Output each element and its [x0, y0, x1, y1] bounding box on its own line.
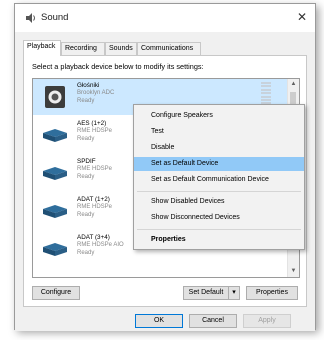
device-driver: RME HDSPe: [77, 128, 113, 134]
menu-separator: [137, 191, 301, 192]
menu-item-properties[interactable]: Properties: [134, 233, 304, 247]
audio-device-icon: [43, 129, 67, 142]
set-default-button[interactable]: Set Default: [183, 286, 229, 300]
tab-playback[interactable]: Playback: [23, 40, 61, 56]
device-status: Ready: [77, 174, 95, 180]
device-status: Ready: [77, 98, 95, 104]
menu-item-configure-speakers[interactable]: Configure Speakers: [134, 109, 304, 123]
menu-separator: [137, 229, 301, 230]
menu-item-show-disconnected-devices[interactable]: Show Disconnected Devices: [134, 211, 304, 225]
device-driver: RME HDSPe: [77, 166, 113, 172]
set-default-dropdown-icon[interactable]: ▾: [228, 286, 240, 300]
cancel-button[interactable]: Cancel: [189, 314, 237, 328]
configure-button[interactable]: Configure: [32, 286, 80, 300]
tab-communications[interactable]: Communications: [137, 42, 201, 55]
speaker-device-icon: [45, 86, 65, 108]
properties-button[interactable]: Properties: [246, 286, 298, 300]
menu-item-show-disabled-devices[interactable]: Show Disabled Devices: [134, 195, 304, 209]
device-name: Głośniki: [77, 82, 100, 89]
tab-sounds[interactable]: Sounds: [105, 42, 137, 55]
menu-item-disable[interactable]: Disable: [134, 141, 304, 155]
menu-item-test[interactable]: Test: [134, 125, 304, 139]
menu-item-set-default-communication-device[interactable]: Set as Default Communication Device: [134, 173, 304, 187]
device-status: Ready: [77, 136, 95, 142]
device-status: Ready: [77, 250, 95, 256]
audio-device-icon: [43, 243, 67, 256]
title-bar: Sound ✕: [15, 4, 315, 32]
ok-button[interactable]: OK: [135, 314, 183, 328]
apply-button[interactable]: Apply: [243, 314, 291, 328]
audio-device-icon: [43, 167, 67, 180]
instruction-text: Select a playback device below to modify…: [32, 62, 204, 71]
tab-recording[interactable]: Recording: [61, 42, 105, 55]
device-name: ADAT (1+2): [77, 196, 110, 203]
window-title: Sound: [41, 12, 69, 23]
device-name: ADAT (3+4): [77, 234, 110, 241]
context-menu: Configure Speakers Test Disable Set as D…: [133, 104, 305, 250]
speaker-icon: [26, 13, 35, 23]
close-icon[interactable]: ✕: [297, 10, 307, 24]
menu-item-set-default-device[interactable]: Set as Default Device: [134, 157, 304, 171]
scroll-down-icon[interactable]: ▼: [288, 266, 299, 277]
device-driver: RME HDSPe AIO: [77, 242, 124, 248]
device-name: AES (1+2): [77, 120, 107, 127]
scroll-up-icon[interactable]: ▲: [288, 79, 299, 90]
device-driver: Brooklyn ADC: [77, 90, 115, 96]
audio-device-icon: [43, 205, 67, 218]
device-name: SPDIF: [77, 158, 96, 165]
device-status: Ready: [77, 212, 95, 218]
device-driver: RME HDSPe: [77, 204, 113, 210]
